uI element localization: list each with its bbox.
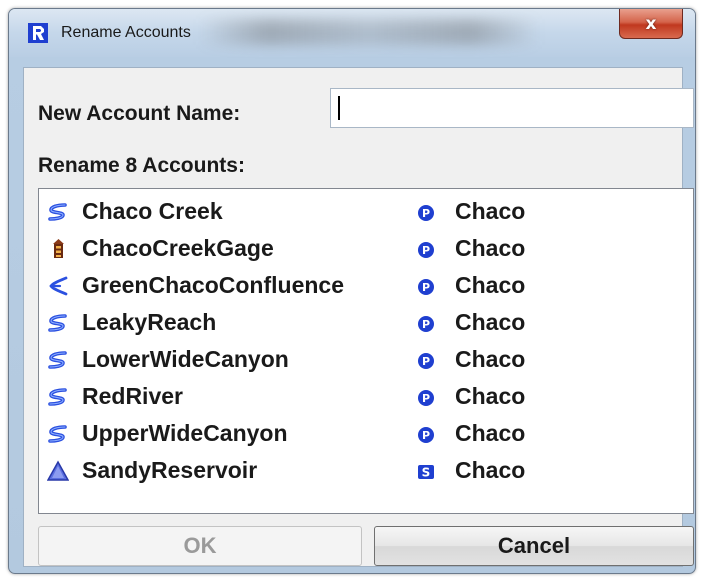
svg-text:P: P xyxy=(422,244,430,257)
reach-icon xyxy=(47,312,69,334)
account-name: GreenChacoConfluence xyxy=(82,272,344,298)
rename-count-label: Rename 8 Accounts: xyxy=(38,154,245,177)
svg-text:P: P xyxy=(422,281,430,294)
reach-icon xyxy=(47,386,69,408)
blurred-background-text xyxy=(199,19,539,45)
reach-icon xyxy=(47,423,69,445)
text-caret xyxy=(338,96,340,120)
svg-text:P: P xyxy=(422,429,430,442)
account-name: RedRiver xyxy=(82,383,183,409)
app-logo-icon xyxy=(28,23,48,43)
ok-button[interactable]: OK xyxy=(38,526,362,566)
account-name: UpperWideCanyon xyxy=(82,420,288,446)
svg-text:P: P xyxy=(422,392,430,405)
close-button[interactable]: x xyxy=(619,9,683,39)
account-row[interactable]: UpperWideCanyon P Chaco xyxy=(39,417,693,451)
storage-badge-icon: S xyxy=(417,463,435,481)
cancel-button[interactable]: Cancel xyxy=(374,526,694,566)
reservoir-icon xyxy=(46,460,70,482)
svg-text:P: P xyxy=(422,207,430,220)
close-icon: x xyxy=(645,13,657,34)
passthrough-badge-icon: P xyxy=(417,204,435,222)
account-owner: Chaco xyxy=(455,235,526,261)
window-title: Rename Accounts xyxy=(61,24,191,41)
account-name: SandyReservoir xyxy=(82,457,258,483)
passthrough-badge-icon: P xyxy=(417,278,435,296)
account-row[interactable]: Chaco Creek P Chaco xyxy=(39,195,693,229)
title-bar[interactable]: Rename Accounts x xyxy=(9,9,695,57)
account-owner: Chaco xyxy=(455,420,526,446)
account-row[interactable]: GreenChacoConfluence P Chaco xyxy=(39,269,693,303)
account-row[interactable]: LeakyReach P Chaco xyxy=(39,306,693,340)
gage-icon xyxy=(47,238,69,260)
svg-text:P: P xyxy=(422,355,430,368)
account-owner: Chaco xyxy=(455,272,526,298)
account-row[interactable]: SandyReservoir S Chaco xyxy=(39,454,693,488)
account-owner: Chaco xyxy=(455,383,526,409)
account-owner: Chaco xyxy=(455,346,526,372)
passthrough-badge-icon: P xyxy=(417,241,435,259)
svg-text:S: S xyxy=(422,466,431,480)
account-owner: Chaco xyxy=(455,198,526,224)
reach-icon xyxy=(47,349,69,371)
confluence-icon xyxy=(47,275,69,297)
account-name: LowerWideCanyon xyxy=(82,346,289,372)
account-row[interactable]: RedRiver P Chaco xyxy=(39,380,693,414)
passthrough-badge-icon: P xyxy=(417,352,435,370)
account-row[interactable]: ChacoCreekGage P Chaco xyxy=(39,232,693,266)
account-owner: Chaco xyxy=(455,457,526,483)
dialog-body: New Account Name: Rename 8 Accounts: Cha… xyxy=(23,67,694,567)
passthrough-badge-icon: P xyxy=(417,389,435,407)
account-name: Chaco Creek xyxy=(82,198,223,224)
accounts-list[interactable]: Chaco Creek P Chaco ChacoCreekGage P Chaco Gre… xyxy=(38,188,694,514)
passthrough-badge-icon: P xyxy=(417,426,435,444)
account-owner: Chaco xyxy=(455,309,526,335)
account-name: ChacoCreekGage xyxy=(82,235,274,261)
new-account-name-label: New Account Name: xyxy=(38,102,241,125)
rename-accounts-dialog: Rename Accounts x New Account Name: Rena… xyxy=(8,8,696,574)
passthrough-badge-icon: P xyxy=(417,315,435,333)
new-account-name-input[interactable] xyxy=(330,88,694,128)
account-row[interactable]: LowerWideCanyon P Chaco xyxy=(39,343,693,377)
account-name: LeakyReach xyxy=(82,309,217,335)
svg-text:P: P xyxy=(422,318,430,331)
reach-icon xyxy=(47,201,69,223)
